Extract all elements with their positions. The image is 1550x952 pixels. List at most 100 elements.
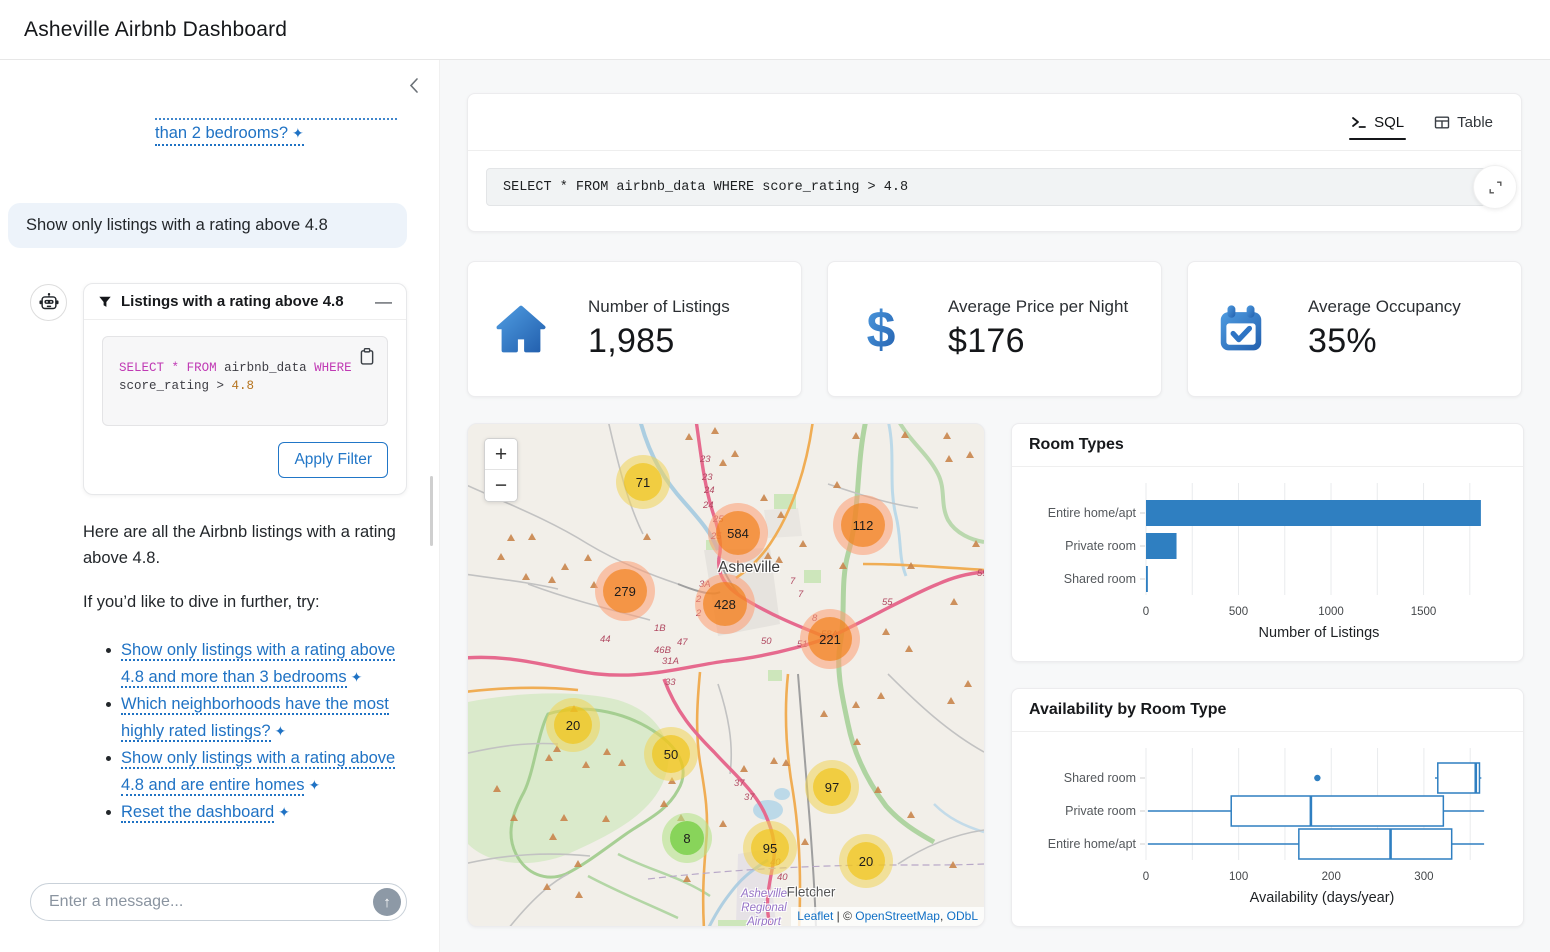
road-number-label: 24 <box>703 485 715 496</box>
svg-text:300: 300 <box>1414 871 1433 883</box>
svg-text:Availability (days/year): Availability (days/year) <box>1250 890 1395 906</box>
road-number-label: 55 <box>882 597 893 608</box>
road-number-label: 23 <box>701 472 713 483</box>
leaflet-link[interactable]: Leaflet <box>797 909 833 923</box>
stat-label: Average Price per Night <box>948 297 1128 317</box>
svg-text:Number of Listings: Number of Listings <box>1259 625 1380 641</box>
svg-text:Private room: Private room <box>1065 539 1136 553</box>
road-number-label: 37 <box>734 778 745 789</box>
road-number-label: 7 <box>790 576 796 587</box>
apply-filter-button[interactable]: Apply Filter <box>278 442 388 478</box>
dollar-icon: $ <box>852 300 910 358</box>
send-message-button[interactable]: ↑ <box>373 888 401 916</box>
svg-text:1500: 1500 <box>1411 606 1437 618</box>
zoom-out-button[interactable]: − <box>485 470 517 501</box>
road-number-label: 47 <box>677 637 688 648</box>
svg-text:0: 0 <box>1143 871 1149 883</box>
collapse-filter-card-button[interactable]: — <box>375 293 392 310</box>
odbl-link[interactable]: ODbL <box>947 909 978 923</box>
map-cluster-marker[interactable]: 95 <box>743 821 797 875</box>
sparkle-icon: ✦ <box>275 723 287 739</box>
page-title: Asheville Airbnb Dashboard <box>24 18 287 42</box>
suggestion-link[interactable]: Reset the dashboard <box>121 803 274 823</box>
filter-funnel-icon <box>98 295 112 309</box>
filter-card-body: SELECT * FROM airbnb_data WHEREscore_rat… <box>84 320 406 494</box>
map-tiles: 2323242425253A221B4446B4731A505177855595… <box>468 424 984 926</box>
filter-card-title: Listings with a rating above 4.8 <box>121 293 375 310</box>
stat-card-listings: Number of Listings 1,985 <box>467 261 802 397</box>
dashboard-main: SQL Table SELECT * FROM airbnb_data WHER… <box>440 60 1550 952</box>
map-cluster-marker[interactable]: 97 <box>805 760 859 814</box>
svg-text:Entire home/apt: Entire home/apt <box>1048 506 1137 520</box>
sql-query-display[interactable]: SELECT * FROM airbnb_data WHERE score_ra… <box>486 168 1503 206</box>
sql-code-block: SELECT * FROM airbnb_data WHEREscore_rat… <box>102 336 388 426</box>
arrow-up-icon: ↑ <box>383 895 391 910</box>
map-cluster-marker[interactable]: 221 <box>800 609 860 669</box>
road-number-label: 40 <box>777 872 788 883</box>
map-cluster-marker[interactable]: 20 <box>839 834 893 888</box>
stat-card-price: $ Average Price per Night $176 <box>827 261 1162 397</box>
chat-input-row: ↑ <box>30 883 407 921</box>
expand-icon <box>1487 179 1504 196</box>
map-cluster-marker[interactable]: 112 <box>833 495 893 555</box>
map-cluster-marker[interactable]: 279 <box>595 561 655 621</box>
svg-text:100: 100 <box>1229 871 1248 883</box>
suggestion-link[interactable]: Which neighborhoods have the most highly… <box>121 695 389 742</box>
map-cluster-marker[interactable]: 20 <box>546 698 600 752</box>
calendar-check-icon <box>1212 300 1270 358</box>
clipped-previous-suggestion: than 2 bedrooms?✦ <box>0 60 439 203</box>
map-cluster-marker[interactable]: 428 <box>695 574 755 634</box>
sql-panel-tabs: SQL Table <box>468 94 1521 151</box>
app-header: Asheville Airbnb Dashboard <box>0 0 1550 60</box>
tab-table[interactable]: Table <box>1434 94 1493 150</box>
svg-text:1000: 1000 <box>1318 606 1344 618</box>
filter-card-header: Listings with a rating above 4.8 — <box>84 284 406 320</box>
room-types-bar-chart: Entire home/apt Private room Shared room 0 5… <box>1012 467 1523 662</box>
map-cluster-marker[interactable]: 50 <box>644 727 698 781</box>
svg-text:0: 0 <box>1143 606 1149 618</box>
map-cluster-marker[interactable]: 8 <box>662 813 712 863</box>
map-zoom-control: + − <box>484 438 518 502</box>
svg-text:200: 200 <box>1322 871 1341 883</box>
room-types-chart-card: Room Types Entire home/apt Private room Sh… <box>1011 423 1524 662</box>
stat-value: 35% <box>1308 322 1461 361</box>
road-number-label: 50 <box>761 636 772 647</box>
copy-code-button[interactable] <box>358 347 375 368</box>
road-number-label: 31A <box>662 656 679 667</box>
zoom-in-button[interactable]: + <box>485 439 517 470</box>
message-input[interactable] <box>31 893 373 911</box>
openstreetmap-link[interactable]: OpenStreetMap <box>855 909 940 923</box>
expand-query-button[interactable] <box>1473 165 1517 209</box>
map-panel[interactable]: 2323242425253A221B4446B4731A505177855595… <box>467 423 985 927</box>
sql-panel: SQL Table SELECT * FROM airbnb_data WHER… <box>467 93 1522 232</box>
stat-cards-row: Number of Listings 1,985 $ Average Price… <box>467 261 1522 397</box>
sparkle-icon: ✦ <box>278 804 290 820</box>
user-message-bubble: Show only listings with a rating above 4… <box>8 203 407 248</box>
stat-card-occupancy: Average Occupancy 35% <box>1187 261 1522 397</box>
suggestion-link[interactable]: Show only listings with a rating above 4… <box>121 749 395 796</box>
stat-label: Average Occupancy <box>1308 297 1461 317</box>
svg-text:Shared room: Shared room <box>1064 572 1136 586</box>
sparkle-icon: ✦ <box>292 125 304 141</box>
availability-box-plot: Shared roomPrivate roomEntire home/apt01… <box>1012 732 1523 927</box>
road-number-label: 33 <box>665 677 676 688</box>
map-cluster-marker[interactable]: 584 <box>708 503 768 563</box>
svg-text:500: 500 <box>1229 606 1248 618</box>
terminal-icon <box>1351 115 1367 130</box>
chat-panel: than 2 bedrooms?✦ Show only listings wit… <box>0 60 440 952</box>
chat-scrollbar-thumb[interactable] <box>430 476 433 546</box>
clipboard-icon <box>358 347 375 365</box>
tab-sql[interactable]: SQL <box>1351 94 1404 150</box>
chart-title: Room Types <box>1012 424 1523 467</box>
stat-value: 1,985 <box>588 322 730 361</box>
road-number-label: 24 <box>702 500 714 511</box>
robot-icon <box>38 292 60 314</box>
map-cluster-marker[interactable]: 71 <box>616 455 670 509</box>
bot-avatar <box>30 284 67 321</box>
road-number-label: 46B <box>654 645 672 656</box>
suggestion-item: Which neighborhoods have the most highly… <box>108 691 408 745</box>
svg-text:Entire home/apt: Entire home/apt <box>1048 837 1137 851</box>
sql-code-text: SELECT * FROM airbnb_data WHEREscore_rat… <box>119 359 371 395</box>
suggestion-link-clipped[interactable]: than 2 bedrooms?✦ <box>155 124 304 146</box>
chart-title: Availability by Room Type <box>1012 689 1523 732</box>
